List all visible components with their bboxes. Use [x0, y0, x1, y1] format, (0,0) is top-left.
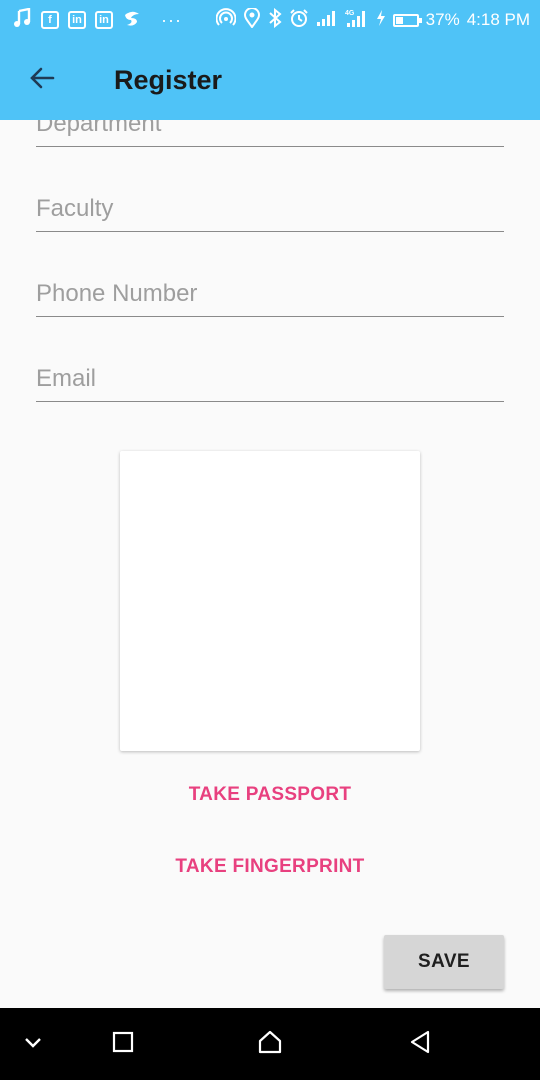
hotspot-icon	[215, 7, 237, 33]
department-field[interactable]	[36, 120, 504, 147]
phone-number-field[interactable]	[36, 280, 504, 317]
phone-number-input[interactable]	[36, 280, 504, 308]
signal-4g-icon: 4G	[345, 8, 369, 33]
email-field[interactable]	[36, 365, 504, 402]
system-icons: 4G 37% 4:18 PM	[209, 6, 530, 33]
facebook-icon: f	[41, 11, 59, 29]
battery-icon	[392, 13, 422, 27]
chevron-down-icon	[23, 1035, 43, 1054]
bluetooth-icon	[268, 7, 282, 33]
arrow-back-icon	[28, 64, 56, 97]
back-button[interactable]	[12, 50, 72, 110]
take-fingerprint-button[interactable]: TAKE FINGERPRINT	[0, 856, 540, 878]
take-passport-button[interactable]: TAKE PASSPORT	[0, 784, 540, 806]
charging-icon	[376, 9, 386, 32]
battery-level	[395, 16, 403, 24]
passport-photo-preview	[120, 451, 420, 751]
hide-nav-button[interactable]	[15, 1026, 51, 1062]
swirl-app-icon	[122, 8, 142, 33]
back-triangle-icon	[408, 1029, 432, 1060]
nav-back-button[interactable]	[402, 1026, 438, 1062]
recents-button[interactable]	[105, 1026, 141, 1062]
svg-text:4G: 4G	[345, 10, 355, 17]
alarm-icon	[289, 8, 309, 33]
clock: 4:18 PM	[466, 10, 530, 29]
faculty-field[interactable]	[36, 195, 504, 232]
page-title: Register	[114, 64, 223, 95]
register-form: TAKE PASSPORT TAKE FINGERPRINT SAVE	[0, 120, 540, 1008]
faculty-input[interactable]	[36, 195, 504, 223]
home-button[interactable]	[252, 1026, 288, 1062]
recents-square-icon	[111, 1030, 135, 1059]
linkedin-icon: in	[68, 11, 86, 29]
battery-percent: 37%	[425, 10, 460, 29]
department-input[interactable]	[36, 120, 504, 138]
app-bar: Register	[0, 40, 540, 120]
location-icon	[243, 6, 261, 33]
signal-icon	[316, 9, 338, 32]
save-button[interactable]: SAVE	[384, 935, 504, 989]
email-input[interactable]	[36, 365, 504, 393]
linkedin-icon-2: in	[95, 11, 113, 29]
status-bar: f in in ··· 4G 37% 4:18 PM	[0, 0, 540, 40]
music-note-icon	[12, 7, 32, 33]
notification-icons: f in in ···	[12, 7, 191, 33]
more-dots-icon: ···	[161, 10, 182, 30]
home-icon	[257, 1029, 283, 1060]
navigation-bar	[0, 1008, 540, 1080]
